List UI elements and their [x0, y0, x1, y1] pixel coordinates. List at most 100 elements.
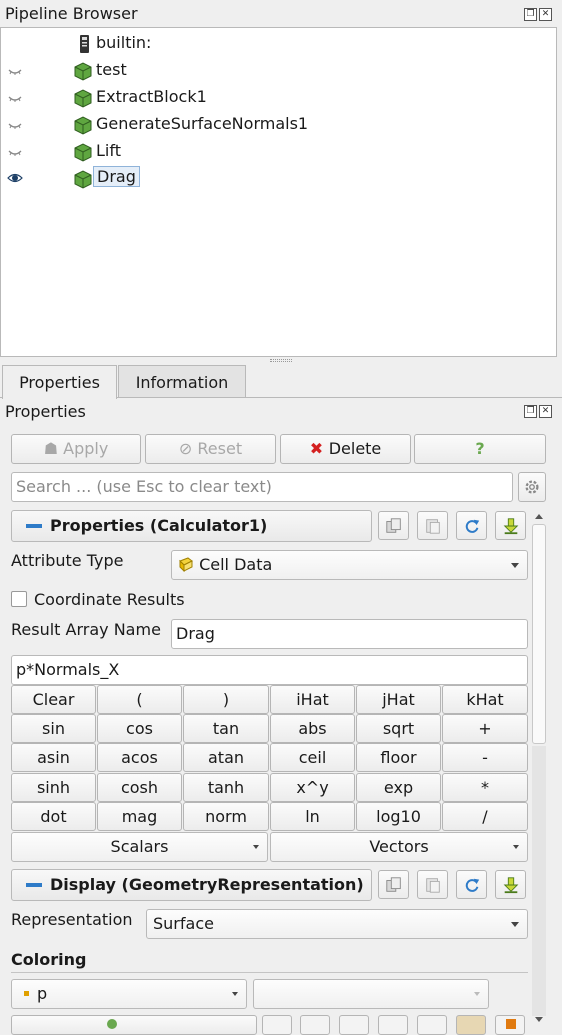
calc-button[interactable]: abs	[270, 714, 355, 743]
chevron-down-icon	[232, 992, 238, 996]
coloring-component-select[interactable]	[253, 979, 489, 1009]
tree-item-label: GenerateSurfaceNormals1	[96, 114, 309, 133]
open-folder-button[interactable]	[417, 1015, 447, 1035]
representation-select[interactable]: Surface	[146, 909, 528, 939]
calc-button[interactable]: ln	[270, 802, 355, 831]
calc-button[interactable]: iHat	[270, 685, 355, 714]
save-display-defaults-button[interactable]	[495, 870, 526, 899]
colorbar-toggle-button[interactable]	[456, 1015, 486, 1035]
chevron-down-icon	[511, 563, 519, 568]
calc-button[interactable]: cosh	[97, 773, 182, 802]
coordinate-results-checkbox[interactable]	[11, 591, 27, 607]
calc-button[interactable]: kHat	[442, 685, 528, 714]
eye-open-icon[interactable]	[7, 171, 23, 185]
pipeline-dock-buttons: ❐ ✕	[524, 8, 552, 21]
reset-button[interactable]: ⊘ Reset	[145, 434, 276, 464]
calc-button[interactable]: acos	[97, 743, 182, 772]
calc-button[interactable]: ceil	[270, 743, 355, 772]
section-title: Display (GeometryRepresentation)	[50, 875, 364, 894]
expression-field[interactable]: p*Normals_X	[11, 655, 528, 685]
calc-button[interactable]: cos	[97, 714, 182, 743]
rescale-custom-button[interactable]	[339, 1015, 369, 1035]
splitter-handle[interactable]	[270, 359, 292, 362]
eye-closed-icon[interactable]	[7, 63, 23, 77]
properties-section-header[interactable]: Properties (Calculator1)	[11, 510, 372, 542]
calc-button[interactable]: *	[442, 773, 528, 802]
eye-closed-icon[interactable]	[7, 117, 23, 131]
calc-button[interactable]: log10	[356, 802, 441, 831]
copy-icon	[386, 518, 401, 533]
calc-button[interactable]: )	[183, 685, 269, 714]
colormap-tool-button[interactable]	[262, 1015, 292, 1035]
calc-button[interactable]: /	[442, 802, 528, 831]
close-dock-icon[interactable]: ✕	[539, 405, 552, 418]
calc-button[interactable]: +	[442, 714, 528, 743]
calc-button[interactable]: tan	[183, 714, 269, 743]
collapse-icon	[26, 524, 42, 528]
tab-information[interactable]: Information	[118, 365, 246, 398]
tree-item-generatesurfacenormals1[interactable]: GenerateSurfaceNormals1	[1, 112, 556, 138]
paste-icon	[426, 878, 440, 893]
colorbar-edit-button[interactable]	[495, 1015, 525, 1035]
vectors-select[interactable]: Vectors	[270, 832, 528, 862]
scroll-up-arrow-icon[interactable]	[535, 514, 543, 519]
save-defaults-button[interactable]	[495, 511, 526, 540]
pipeline-tree[interactable]: builtin: test ExtractBlock1 GenerateSurf…	[0, 27, 557, 357]
apply-button[interactable]: ☗ Apply	[11, 434, 141, 464]
restore-defaults-button[interactable]	[456, 511, 487, 540]
calc-button[interactable]: exp	[356, 773, 441, 802]
help-button[interactable]: ?	[414, 434, 546, 464]
paste-properties-button[interactable]	[417, 511, 448, 540]
point-data-icon	[24, 991, 29, 996]
calc-button[interactable]: floor	[356, 743, 441, 772]
display-section-header[interactable]: Display (GeometryRepresentation)	[11, 869, 372, 901]
pipeline-browser-title: Pipeline Browser	[5, 4, 138, 23]
calc-button[interactable]: Clear	[11, 685, 96, 714]
result-array-name-field[interactable]: Drag	[171, 619, 528, 649]
calc-button[interactable]: tanh	[183, 773, 269, 802]
calc-button[interactable]: sqrt	[356, 714, 441, 743]
calc-button[interactable]: atan	[183, 743, 269, 772]
float-dock-icon[interactable]: ❐	[524, 405, 537, 418]
edit-colormap-button[interactable]	[11, 1015, 257, 1035]
calc-button[interactable]: norm	[183, 802, 269, 831]
rescale-range-button[interactable]	[300, 1015, 330, 1035]
float-dock-icon[interactable]: ❐	[524, 8, 537, 21]
calc-button[interactable]: x^y	[270, 773, 355, 802]
tab-properties[interactable]: Properties	[2, 365, 117, 399]
scalars-select[interactable]: Scalars	[11, 832, 268, 862]
vectors-label: Vectors	[369, 837, 429, 856]
scroll-down-arrow-icon[interactable]	[535, 1017, 543, 1022]
eye-closed-icon[interactable]	[7, 90, 23, 104]
tree-item-drag[interactable]: Drag	[1, 166, 556, 192]
coloring-array-select[interactable]: p	[11, 979, 247, 1009]
chevron-down-icon	[474, 992, 480, 996]
tree-item-extractblock1[interactable]: ExtractBlock1	[1, 85, 556, 111]
paste-display-button[interactable]	[417, 870, 448, 899]
close-dock-icon[interactable]: ✕	[539, 8, 552, 21]
copy-properties-button[interactable]	[378, 511, 409, 540]
eye-closed-icon[interactable]	[7, 144, 23, 158]
calc-button[interactable]: jHat	[356, 685, 441, 714]
tree-item-builtin[interactable]: builtin:	[1, 31, 556, 57]
calc-button[interactable]: -	[442, 743, 528, 772]
tree-item-test[interactable]: test	[1, 58, 556, 84]
attribute-type-select[interactable]: Cell Data	[171, 550, 528, 580]
copy-display-button[interactable]	[378, 870, 409, 899]
restore-display-defaults-button[interactable]	[456, 870, 487, 899]
tree-item-lift[interactable]: Lift	[1, 139, 556, 165]
help-label: ?	[475, 439, 485, 458]
dataset-cube-icon	[74, 62, 92, 81]
properties-scrollbar[interactable]	[531, 512, 547, 1024]
advanced-settings-button[interactable]	[518, 472, 546, 502]
calc-button[interactable]: asin	[11, 743, 96, 772]
scroll-thumb[interactable]	[532, 524, 546, 744]
calc-button[interactable]: mag	[97, 802, 182, 831]
calc-button[interactable]: sin	[11, 714, 96, 743]
calc-button[interactable]: (	[97, 685, 182, 714]
delete-button[interactable]: ✖ Delete	[280, 434, 411, 464]
calc-button[interactable]: sinh	[11, 773, 96, 802]
calc-button[interactable]: dot	[11, 802, 96, 831]
rescale-visible-button[interactable]	[378, 1015, 408, 1035]
search-input[interactable]: Search ... (use Esc to clear text)	[11, 472, 513, 502]
